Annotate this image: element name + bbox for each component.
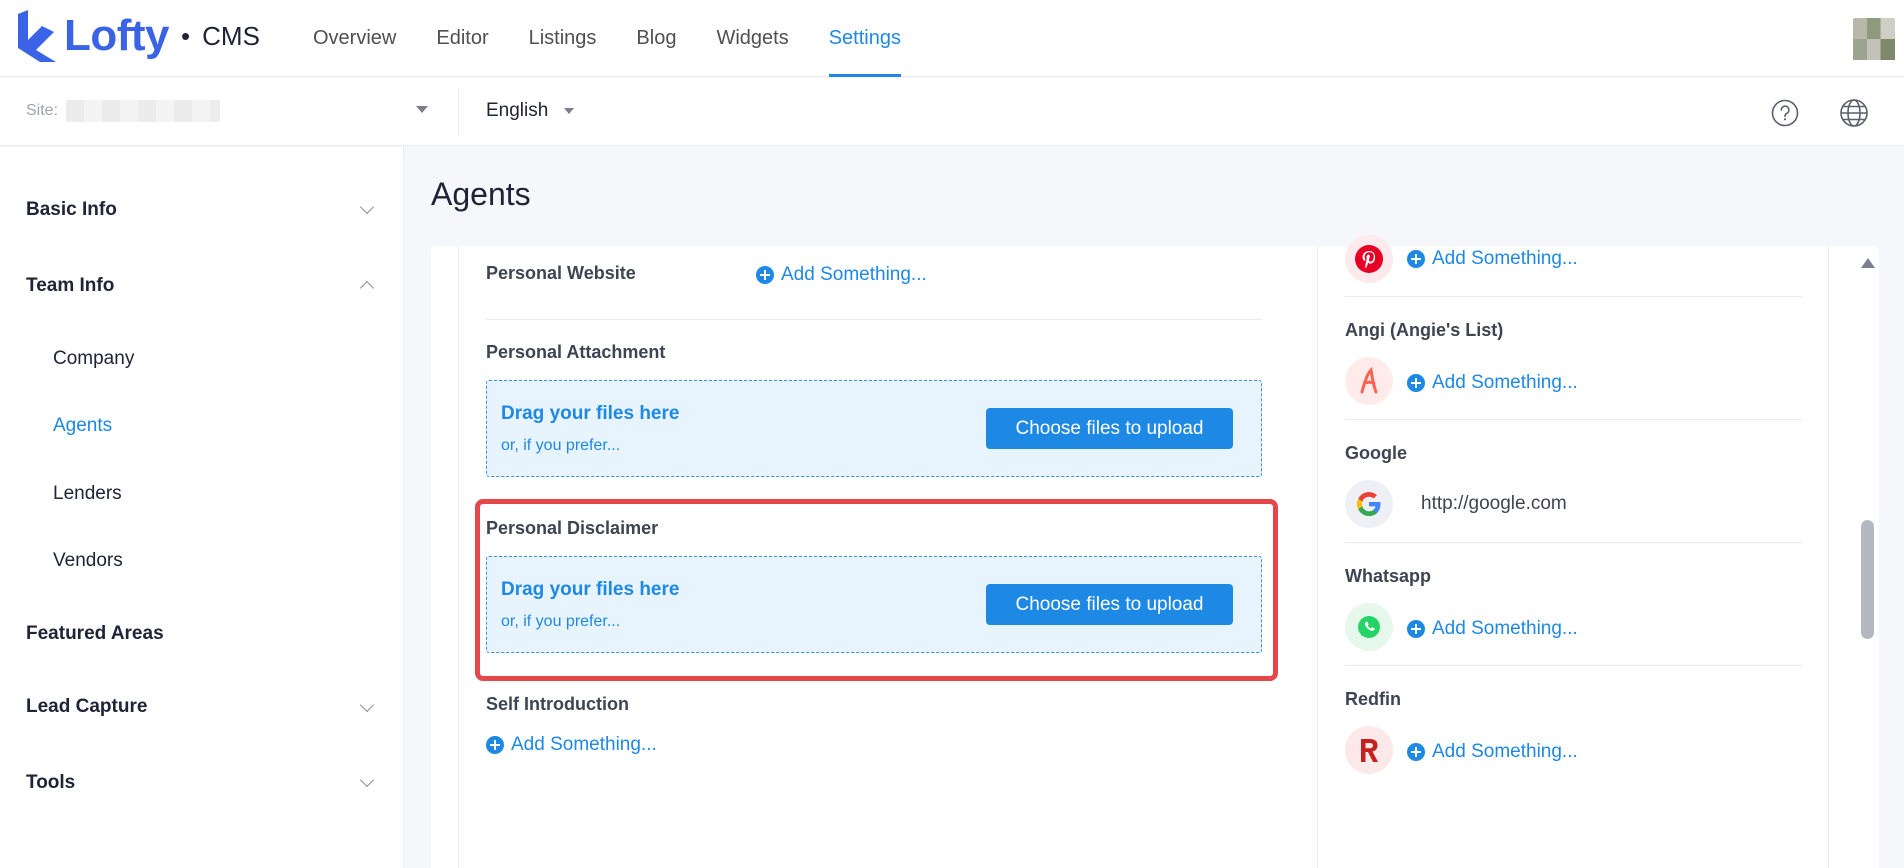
user-avatar[interactable] xyxy=(1853,18,1895,60)
angi-label: Angi (Angie's List) xyxy=(1345,320,1504,340)
toolbar-divider xyxy=(458,88,459,136)
scrollbar-thumb[interactable] xyxy=(1861,520,1874,639)
brand-product: CMS xyxy=(202,21,260,51)
nav-blog[interactable]: Blog xyxy=(636,0,676,77)
top-navigation-bar: Lofty • CMS Overview Editor Listings Blo… xyxy=(0,0,1904,77)
nav-settings[interactable]: Settings xyxy=(828,0,902,77)
site-selector-value[interactable] xyxy=(66,100,220,122)
divider xyxy=(486,319,1262,320)
sidebar-item-company[interactable]: Company xyxy=(53,348,134,370)
site-dropdown-caret-icon[interactable] xyxy=(416,106,428,113)
whatsapp-label: Whatsapp xyxy=(1345,566,1432,586)
sidebar-item-agents[interactable]: Agents xyxy=(53,415,112,437)
redfin-add-link[interactable]: Add Something... xyxy=(1407,741,1578,763)
main-nav: Overview Editor Listings Blog Widgets Se… xyxy=(313,0,941,77)
chevron-down-icon[interactable] xyxy=(359,772,375,788)
pinterest-add-link[interactable]: Add Something... xyxy=(1407,248,1578,270)
brand-separator: • xyxy=(181,21,191,51)
sidebar-item-lead-capture[interactable]: Lead Capture xyxy=(26,696,147,718)
divider xyxy=(1345,419,1802,420)
divider xyxy=(1345,665,1802,666)
dropzone-subtitle: or, if you prefer... xyxy=(501,437,621,454)
self-introduction-label: Self Introduction xyxy=(486,694,629,714)
help-icon[interactable] xyxy=(1771,99,1799,127)
chevron-up-icon[interactable] xyxy=(359,280,375,296)
personal-website-label: Personal Website xyxy=(486,263,636,283)
language-caret-icon xyxy=(564,108,575,114)
choose-files-button[interactable]: Choose files to upload xyxy=(986,408,1233,449)
dropzone-title: Drag your files here xyxy=(501,403,680,424)
settings-sidebar: Basic Info Team Info Company Agents Lend… xyxy=(0,147,404,868)
scroll-up-arrow-icon[interactable] xyxy=(1861,258,1875,268)
lofty-logo-icon xyxy=(18,10,56,62)
nav-editor[interactable]: Editor xyxy=(436,0,488,77)
redfin-icon xyxy=(1345,726,1393,774)
personal-attachment-dropzone[interactable]: Drag your files here or, if you prefer..… xyxy=(486,380,1262,477)
angi-add-link[interactable]: Add Something... xyxy=(1407,372,1578,394)
plus-circle-icon xyxy=(1407,374,1425,392)
redfin-label: Redfin xyxy=(1345,689,1401,709)
add-link-label: Add Something... xyxy=(781,264,927,285)
site-toolbar: Site: English xyxy=(0,78,1904,146)
add-link-label: Add Something... xyxy=(1432,248,1578,269)
add-link-label: Add Something... xyxy=(1432,741,1578,762)
google-label: Google xyxy=(1345,443,1407,463)
nav-widgets[interactable]: Widgets xyxy=(716,0,788,77)
whatsapp-icon xyxy=(1345,603,1393,651)
brand-name: Lofty xyxy=(64,11,170,60)
globe-icon[interactable] xyxy=(1839,98,1869,128)
self-introduction-add-link[interactable]: Add Something... xyxy=(486,734,657,756)
sidebar-item-lenders[interactable]: Lenders xyxy=(53,483,122,505)
google-icon xyxy=(1345,480,1393,528)
plus-circle-icon xyxy=(1407,620,1425,638)
dropzone-title: Drag your files here xyxy=(501,579,680,600)
personal-attachment-label: Personal Attachment xyxy=(486,342,666,362)
dropzone-subtitle: or, if you prefer... xyxy=(501,613,621,630)
personal-disclaimer-dropzone[interactable]: Drag your files here or, if you prefer..… xyxy=(486,556,1262,653)
divider xyxy=(1345,296,1802,297)
chevron-down-icon[interactable] xyxy=(359,199,375,215)
pinterest-icon xyxy=(1345,235,1393,283)
plus-circle-icon xyxy=(1407,743,1425,761)
sidebar-item-tools[interactable]: Tools xyxy=(26,772,75,794)
sidebar-item-basic-info[interactable]: Basic Info xyxy=(26,199,117,221)
google-url-value[interactable]: http://google.com xyxy=(1421,493,1567,515)
divider xyxy=(1345,542,1802,543)
plus-circle-icon xyxy=(1407,250,1425,268)
choose-files-button[interactable]: Choose files to upload xyxy=(986,584,1233,625)
page-title: Agents xyxy=(431,176,531,212)
language-selector[interactable]: English xyxy=(486,100,575,122)
sidebar-item-vendors[interactable]: Vendors xyxy=(53,550,123,572)
language-value: English xyxy=(486,100,549,121)
personal-website-add-link[interactable]: Add Something... xyxy=(756,264,927,286)
nav-listings[interactable]: Listings xyxy=(529,0,597,77)
brand-logo[interactable]: Lofty • CMS xyxy=(16,10,260,62)
personal-disclaimer-label: Personal Disclaimer xyxy=(486,518,659,538)
nav-overview[interactable]: Overview xyxy=(313,0,396,77)
add-link-label: Add Something... xyxy=(511,734,657,755)
sidebar-item-team-info[interactable]: Team Info xyxy=(26,275,114,297)
site-label: Site: xyxy=(26,102,59,119)
plus-circle-icon xyxy=(756,266,774,284)
angi-icon xyxy=(1345,357,1393,405)
add-link-label: Add Something... xyxy=(1432,618,1578,639)
add-link-label: Add Something... xyxy=(1432,372,1578,393)
whatsapp-add-link[interactable]: Add Something... xyxy=(1407,618,1578,640)
plus-circle-icon xyxy=(486,736,504,754)
chevron-down-icon[interactable] xyxy=(359,697,375,713)
sidebar-item-featured-areas[interactable]: Featured Areas xyxy=(26,623,164,645)
